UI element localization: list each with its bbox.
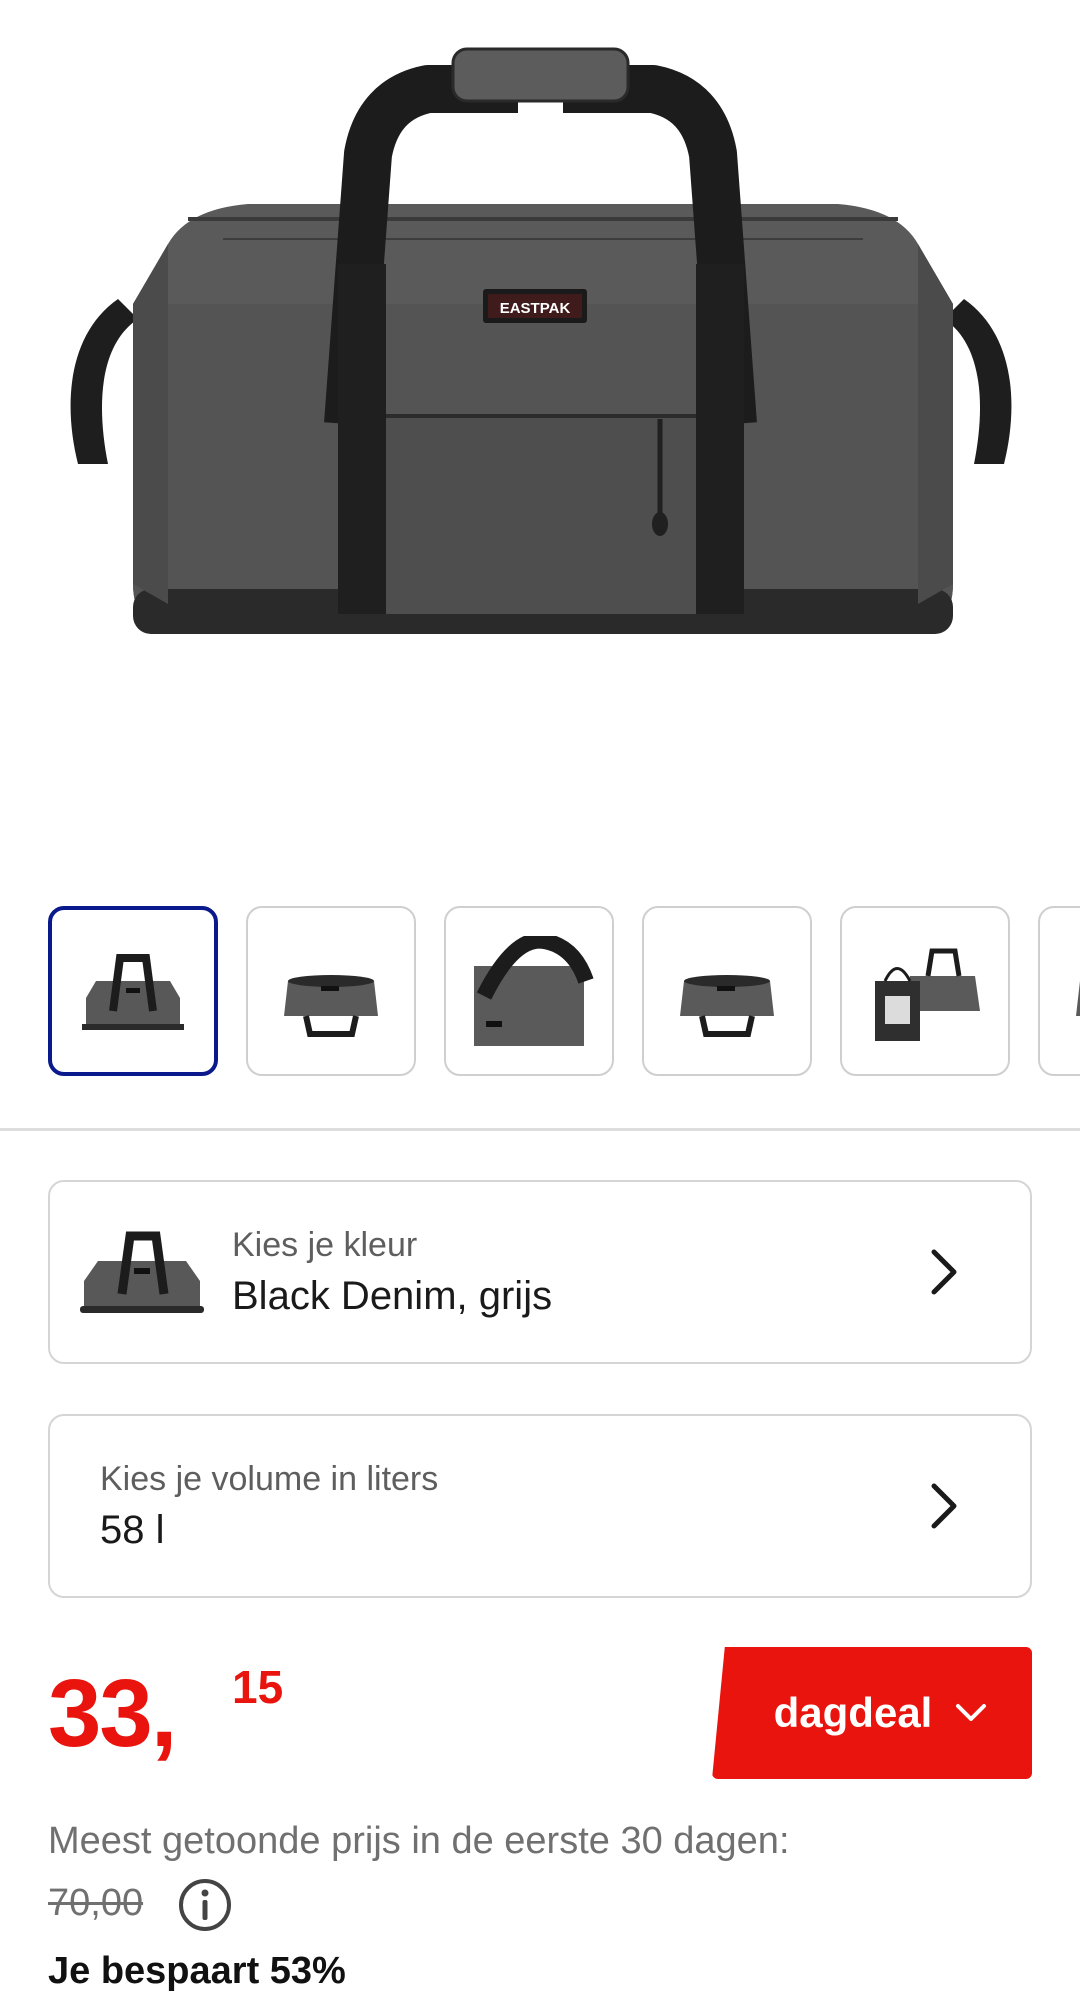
price-decimals: 15 bbox=[232, 1661, 284, 1713]
old-price: 70,00 bbox=[48, 1882, 144, 1924]
product-main-image[interactable]: EASTPAK bbox=[0, 0, 1080, 860]
thumbnail-6[interactable] bbox=[1038, 906, 1080, 1076]
duffel-bag-image: EASTPAK bbox=[70, 47, 1012, 634]
thumbnail-3[interactable] bbox=[444, 906, 614, 1076]
chevron-down-icon bbox=[956, 1704, 987, 1721]
thumbnail-strip[interactable] bbox=[0, 906, 1080, 1080]
bag-closeup-thumb-image bbox=[474, 936, 594, 1046]
dagdeal-button[interactable]: dagdeal bbox=[712, 1647, 1032, 1779]
price-integer: 33, bbox=[48, 1660, 177, 1767]
bag-open-alt-thumb-image bbox=[680, 975, 774, 1037]
thumbnail-2[interactable] bbox=[246, 906, 416, 1076]
volume-label: Kies je volume in liters bbox=[100, 1460, 439, 1498]
lowest-price-note: Meest getoonde prijs in de eerste 30 dag… bbox=[48, 1820, 790, 1862]
thumbnail-4[interactable] bbox=[642, 906, 812, 1076]
price: 33, 15 bbox=[48, 1661, 283, 1762]
chevron-right-icon bbox=[931, 1483, 957, 1529]
dagdeal-label: dagdeal bbox=[773, 1689, 933, 1736]
color-value: Black Denim, grijs bbox=[232, 1274, 553, 1318]
volume-value: 58 l bbox=[100, 1508, 165, 1552]
section-divider bbox=[0, 1128, 1080, 1131]
bag-partial-thumb-image bbox=[1076, 981, 1080, 1016]
thumbnail-5[interactable] bbox=[840, 906, 1010, 1076]
savings-text: Je bespaart 53% bbox=[48, 1950, 346, 1992]
bag-front-thumb-image bbox=[82, 954, 184, 1030]
thumbnail-1[interactable] bbox=[48, 906, 218, 1076]
info-icon[interactable] bbox=[178, 1878, 232, 1932]
color-selector[interactable]: Kies je kleur Black Denim, grijs bbox=[48, 1180, 1032, 1364]
volume-selector[interactable]: Kies je volume in liters 58 l bbox=[48, 1414, 1032, 1598]
brand-logo-text: EASTPAK bbox=[500, 300, 571, 317]
bag-open-thumb-image bbox=[284, 975, 378, 1037]
bag-with-tote-thumb-image bbox=[875, 948, 980, 1041]
color-label: Kies je kleur bbox=[232, 1226, 418, 1264]
color-swatch-image bbox=[80, 1231, 204, 1313]
chevron-right-icon bbox=[931, 1249, 957, 1295]
